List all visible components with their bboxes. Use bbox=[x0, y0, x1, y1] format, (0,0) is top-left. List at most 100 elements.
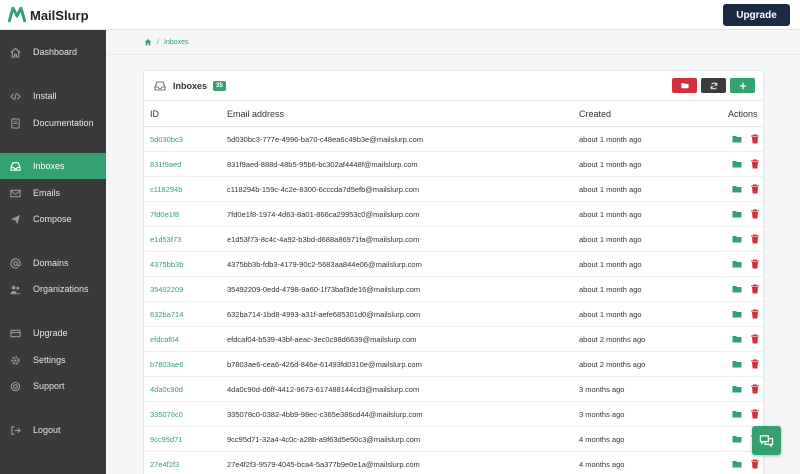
sidebar-item-documentation[interactable]: Documentation bbox=[0, 110, 106, 136]
inbox-icon bbox=[154, 81, 166, 91]
trash-icon[interactable] bbox=[750, 209, 760, 219]
inbox-id-link[interactable]: 35492209 bbox=[150, 285, 183, 294]
inbox-id-link[interactable]: 5d030bc3 bbox=[150, 135, 183, 144]
trash-icon[interactable] bbox=[750, 459, 760, 469]
users-icon bbox=[10, 285, 21, 295]
folder-icon[interactable] bbox=[732, 334, 742, 344]
trash-icon[interactable] bbox=[750, 284, 760, 294]
sidebar-item-label: Upgrade bbox=[33, 328, 68, 338]
inbox-created: about 2 months ago bbox=[579, 335, 646, 344]
chat-support-button[interactable] bbox=[752, 426, 781, 455]
inbox-created: 4 months ago bbox=[579, 460, 625, 469]
sidebar-item-install[interactable]: Install bbox=[0, 83, 106, 109]
refresh-icon bbox=[710, 82, 717, 89]
book-icon bbox=[11, 118, 20, 129]
table-row: 4da0c90d 4da0c90d-d6ff-4412-9673-6174881… bbox=[144, 377, 763, 402]
inbox-count-badge: 35 bbox=[213, 81, 226, 91]
sidebar-item-upgrade[interactable]: Upgrade bbox=[0, 320, 106, 346]
inbox-id-link[interactable]: 9cc95d71 bbox=[150, 435, 183, 444]
folder-icon[interactable] bbox=[732, 184, 742, 194]
inbox-id-link[interactable]: 335078c0 bbox=[150, 410, 183, 419]
trash-icon[interactable] bbox=[750, 309, 760, 319]
table-row: 7fd0e1f8 7fd0e1f8-1974-4d63-8a01-866ca29… bbox=[144, 202, 763, 227]
inbox-id-link[interactable]: 7fd0e1f8 bbox=[150, 210, 179, 219]
folder-icon[interactable] bbox=[732, 159, 742, 169]
folder-icon[interactable] bbox=[732, 209, 742, 219]
trash-icon[interactable] bbox=[750, 159, 760, 169]
folder-icon[interactable] bbox=[732, 409, 742, 419]
table-row: 4375bb3b 4375bb3b-fdb3-4179-90c2-5683aa8… bbox=[144, 252, 763, 277]
sidebar-item-emails[interactable]: Emails bbox=[0, 180, 106, 206]
inbox-email: c118294b-159c-4c2e-8300-6cccda7d5efb@mai… bbox=[227, 185, 420, 194]
top-bar: MailSlurp Upgrade bbox=[0, 0, 800, 30]
inbox-created: about 1 month ago bbox=[579, 160, 642, 169]
folder-icon[interactable] bbox=[732, 234, 742, 244]
sidebar-item-inboxes[interactable]: Inboxes bbox=[0, 153, 106, 179]
folder-icon[interactable] bbox=[732, 359, 742, 369]
inbox-created: about 1 month ago bbox=[579, 210, 642, 219]
column-header-created[interactable]: Created bbox=[579, 109, 611, 119]
inbox-id-link[interactable]: 632ba714 bbox=[150, 310, 183, 319]
sidebar-item-logout[interactable]: Logout bbox=[0, 417, 106, 443]
column-header-email[interactable]: Email address bbox=[227, 109, 284, 119]
sidebar-item-settings[interactable]: Settings bbox=[0, 347, 106, 373]
divider bbox=[106, 54, 800, 55]
inbox-email: e1d53f73-8c4c-4a92-b3bd-d688a86971fa@mai… bbox=[227, 235, 420, 244]
trash-icon[interactable] bbox=[750, 409, 760, 419]
folder-icon[interactable] bbox=[732, 259, 742, 269]
sidebar-item-organizations[interactable]: Organizations bbox=[0, 276, 106, 302]
sidebar-item-dashboard[interactable]: Dashboard bbox=[0, 39, 106, 65]
sidebar-item-support[interactable]: Support bbox=[0, 373, 106, 399]
table-row: c118294b c118294b-159c-4c2e-8300-6cccda7… bbox=[144, 177, 763, 202]
inbox-id-link[interactable]: 4375bb3b bbox=[150, 260, 183, 269]
inbox-id-link[interactable]: efdcaf04 bbox=[150, 335, 179, 344]
inbox-email: 35492209-0edd-4798-9a60-1f73baf3de16@mai… bbox=[227, 285, 421, 294]
inbox-created: about 1 month ago bbox=[579, 135, 642, 144]
mailslurp-logo[interactable]: MailSlurp bbox=[8, 7, 89, 23]
table-row: efdcaf04 efdcaf04-b539-43bf-aeac-3ec0c98… bbox=[144, 327, 763, 352]
inbox-id-link[interactable]: e1d53f73 bbox=[150, 235, 181, 244]
code-icon bbox=[10, 92, 21, 101]
sidebar-item-label: Logout bbox=[33, 425, 61, 435]
upgrade-button[interactable]: Upgrade bbox=[723, 4, 790, 26]
trash-icon[interactable] bbox=[750, 259, 760, 269]
inbox-id-link[interactable]: b7803ae6 bbox=[150, 360, 183, 369]
trash-icon[interactable] bbox=[750, 359, 760, 369]
breadcrumb-separator: / bbox=[157, 38, 159, 46]
delete-all-button[interactable] bbox=[672, 78, 697, 93]
table-row: 27e4f2f3 27e4f2f3-9579-4045-bca4-5a377b9… bbox=[144, 452, 763, 474]
card-title: Inboxes bbox=[173, 81, 208, 91]
folder-icon[interactable] bbox=[732, 284, 742, 294]
refresh-button[interactable] bbox=[701, 78, 726, 93]
trash-icon[interactable] bbox=[750, 384, 760, 394]
sidebar-item-label: Install bbox=[33, 91, 57, 101]
chat-icon bbox=[759, 434, 774, 448]
inbox-created: 4 months ago bbox=[579, 435, 625, 444]
folder-icon[interactable] bbox=[732, 309, 742, 319]
folder-icon[interactable] bbox=[732, 384, 742, 394]
inbox-email: 632ba714-1bd8-4993-a31f-aefe685301d0@mai… bbox=[227, 310, 421, 319]
sidebar-item-label: Inboxes bbox=[33, 161, 65, 171]
trash-icon[interactable] bbox=[750, 184, 760, 194]
sidebar: Dashboard Install Documentation Inboxes … bbox=[0, 30, 106, 474]
table-row: 9cc95d71 9cc95d71-32a4-4c0c-a28b-a9f63d5… bbox=[144, 427, 763, 452]
folder-icon[interactable] bbox=[732, 134, 742, 144]
folder-icon[interactable] bbox=[732, 434, 742, 444]
breadcrumb-current[interactable]: Inboxes bbox=[164, 39, 189, 46]
sidebar-item-domains[interactable]: Domains bbox=[0, 250, 106, 276]
logo-icon bbox=[8, 7, 26, 23]
logout-icon bbox=[11, 426, 21, 435]
folder-icon[interactable] bbox=[732, 459, 742, 469]
inbox-id-link[interactable]: 27e4f2f3 bbox=[150, 460, 179, 469]
create-inbox-button[interactable] bbox=[730, 78, 755, 93]
trash-icon[interactable] bbox=[750, 134, 760, 144]
home-icon[interactable] bbox=[144, 38, 152, 46]
inbox-created: 3 months ago bbox=[579, 410, 625, 419]
trash-icon[interactable] bbox=[750, 234, 760, 244]
inbox-id-link[interactable]: 4da0c90d bbox=[150, 385, 183, 394]
trash-icon[interactable] bbox=[750, 334, 760, 344]
column-header-id[interactable]: ID bbox=[150, 109, 159, 119]
sidebar-item-compose[interactable]: Compose bbox=[0, 206, 106, 232]
inbox-id-link[interactable]: c118294b bbox=[150, 185, 182, 194]
inbox-id-link[interactable]: 831f9aed bbox=[150, 160, 181, 169]
